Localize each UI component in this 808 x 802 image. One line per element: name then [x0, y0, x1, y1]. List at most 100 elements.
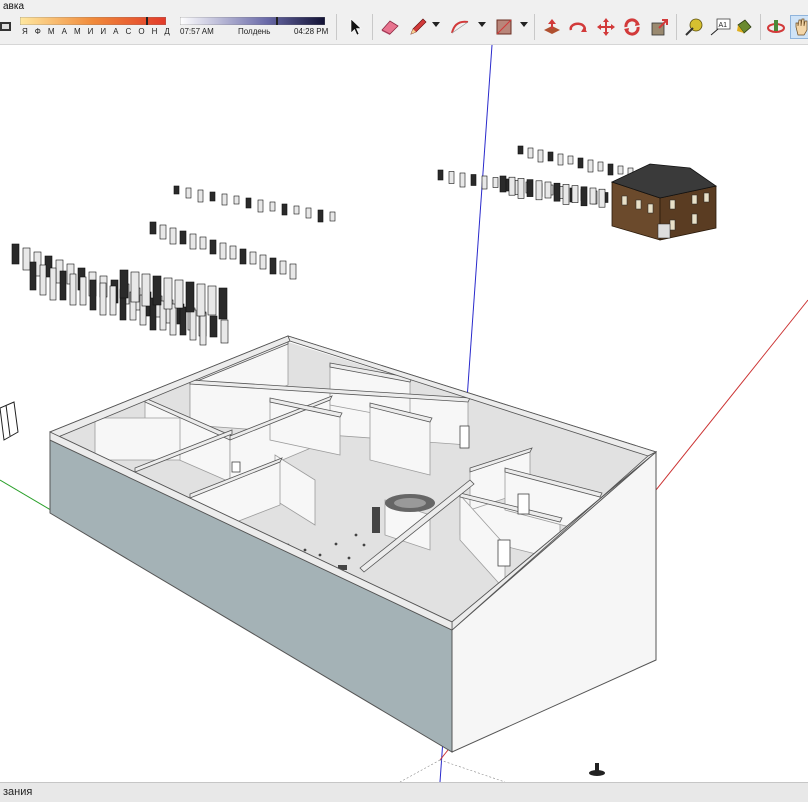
- component-library-group-left[interactable]: [11, 185, 336, 346]
- component-thumbnail[interactable]: [470, 174, 477, 186]
- component-thumbnail[interactable]: [281, 203, 288, 216]
- component-thumbnail[interactable]: [209, 315, 218, 338]
- component-thumbnail[interactable]: [169, 227, 177, 245]
- follow-me-tool-button[interactable]: [620, 15, 644, 39]
- arc-tool-dropdown[interactable]: [478, 22, 486, 27]
- component-thumbnail[interactable]: [199, 236, 207, 250]
- move-tool-button[interactable]: [594, 15, 618, 39]
- component-thumbnail[interactable]: [492, 177, 499, 188]
- tape-measure-tool-button[interactable]: [682, 15, 706, 39]
- component-thumbnail[interactable]: [39, 264, 47, 296]
- push-pull-tool-button[interactable]: [540, 15, 564, 39]
- component-thumbnail[interactable]: [598, 188, 606, 208]
- component-thumbnail[interactable]: [179, 230, 187, 245]
- component-thumbnail[interactable]: [305, 207, 312, 219]
- component-thumbnail[interactable]: [59, 270, 67, 301]
- component-thumbnail[interactable]: [257, 199, 264, 213]
- component-thumbnail[interactable]: [11, 243, 20, 265]
- component-thumbnail[interactable]: [562, 184, 570, 205]
- component-thumbnail[interactable]: [448, 171, 455, 184]
- component-thumbnail[interactable]: [317, 209, 324, 223]
- shadow-time-slider[interactable]: [180, 17, 325, 25]
- component-thumbnail[interactable]: [196, 283, 206, 317]
- eraser-tool-button[interactable]: [378, 15, 402, 39]
- component-thumbnail[interactable]: [152, 275, 162, 306]
- component-thumbnail[interactable]: [189, 309, 197, 341]
- shadow-date-slider[interactable]: [20, 17, 166, 25]
- component-thumbnail[interactable]: [571, 185, 579, 203]
- select-tool-button[interactable]: [344, 15, 368, 39]
- component-thumbnail[interactable]: [567, 155, 574, 165]
- component-thumbnail[interactable]: [79, 276, 87, 306]
- menu-fragment[interactable]: авка: [3, 1, 24, 12]
- component-thumbnail[interactable]: [289, 263, 297, 280]
- component-thumbnail[interactable]: [159, 224, 167, 240]
- component-thumbnail[interactable]: [209, 191, 216, 202]
- component-thumbnail[interactable]: [249, 251, 257, 265]
- component-thumbnail[interactable]: [179, 306, 187, 336]
- component-thumbnail[interactable]: [49, 267, 57, 301]
- component-thumbnail[interactable]: [29, 261, 37, 291]
- component-thumbnail[interactable]: [149, 221, 157, 235]
- component-thumbnail[interactable]: [209, 239, 217, 255]
- component-thumbnail[interactable]: [259, 254, 267, 270]
- paint-bucket-tool-button[interactable]: [732, 15, 756, 39]
- component-thumbnail[interactable]: [557, 153, 564, 166]
- building-model[interactable]: [49, 335, 658, 753]
- component-thumbnail[interactable]: [245, 197, 252, 209]
- component-thumbnail[interactable]: [535, 180, 543, 201]
- component-thumbnail[interactable]: [293, 205, 300, 215]
- component-thumbnail[interactable]: [89, 279, 97, 311]
- house-component[interactable]: [610, 163, 717, 241]
- component-thumbnail[interactable]: [577, 157, 584, 169]
- component-thumbnail[interactable]: [221, 193, 228, 206]
- component-thumbnail[interactable]: [229, 245, 237, 260]
- component-thumbnail[interactable]: [119, 269, 129, 299]
- component-thumbnail[interactable]: [589, 187, 597, 205]
- component-thumbnail[interactable]: [185, 187, 192, 199]
- component-thumbnail[interactable]: [481, 175, 488, 190]
- rectangle-tool-button[interactable]: [492, 15, 516, 39]
- component-thumbnail[interactable]: [174, 279, 184, 309]
- component-thumbnail[interactable]: [109, 285, 117, 316]
- component-thumbnail[interactable]: [508, 176, 516, 196]
- component-thumbnail[interactable]: [69, 273, 77, 306]
- component-thumbnail[interactable]: [597, 161, 604, 172]
- component-thumbnail[interactable]: [607, 163, 614, 176]
- component-thumbnail[interactable]: [163, 277, 173, 310]
- component-thumbnail[interactable]: [544, 181, 552, 199]
- component-thumbnail[interactable]: [218, 287, 228, 320]
- component-thumbnail[interactable]: [587, 159, 594, 173]
- component-thumbnail[interactable]: [329, 211, 336, 222]
- rotate-tool-button[interactable]: [566, 15, 590, 39]
- component-thumbnail[interactable]: [173, 185, 180, 195]
- line-tool-button[interactable]: [406, 15, 430, 39]
- component-thumbnail[interactable]: [207, 285, 217, 316]
- component-thumbnail[interactable]: [189, 233, 197, 250]
- window-component-left[interactable]: [0, 401, 19, 441]
- component-thumbnail[interactable]: [99, 282, 107, 316]
- component-thumbnail[interactable]: [517, 178, 525, 199]
- scale-tool-button[interactable]: [648, 15, 672, 39]
- model-viewport[interactable]: [0, 45, 808, 782]
- component-thumbnail[interactable]: [219, 242, 227, 260]
- component-thumbnail[interactable]: [22, 247, 31, 271]
- component-thumbnail[interactable]: [580, 186, 588, 207]
- component-thumbnail[interactable]: [547, 151, 554, 162]
- orbit-tool-button[interactable]: [764, 15, 788, 39]
- component-thumbnail[interactable]: [537, 149, 544, 163]
- component-thumbnail[interactable]: [269, 201, 276, 212]
- text-tool-button[interactable]: A1: [708, 15, 732, 39]
- component-thumbnail[interactable]: [553, 182, 561, 202]
- component-thumbnail[interactable]: [527, 147, 534, 159]
- component-thumbnail[interactable]: [517, 145, 524, 155]
- shadows-toggle-icon[interactable]: [0, 15, 14, 39]
- component-thumbnail[interactable]: [269, 257, 277, 275]
- component-thumbnail[interactable]: [233, 195, 240, 205]
- line-tool-dropdown[interactable]: [432, 22, 440, 27]
- component-thumbnail[interactable]: [220, 319, 229, 344]
- component-thumbnail[interactable]: [130, 271, 140, 303]
- rectangle-tool-dropdown[interactable]: [520, 22, 528, 27]
- component-thumbnail[interactable]: [499, 175, 507, 193]
- component-thumbnail[interactable]: [617, 165, 624, 175]
